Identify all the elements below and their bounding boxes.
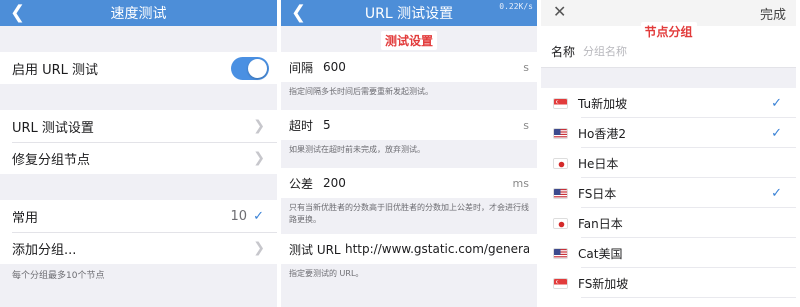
chevron-left-icon[interactable]: ❮ (291, 3, 306, 23)
section-badge: 测试设置 (380, 31, 438, 50)
node-row[interactable]: Ho香港2 ✓ (541, 118, 796, 148)
node-label: FS新加坡 (578, 276, 629, 291)
node-row[interactable]: Tu新加坡 ✓ (541, 88, 796, 118)
close-icon[interactable]: ✕ (553, 2, 566, 21)
node-row[interactable]: FS新加坡 (541, 268, 796, 298)
done-button[interactable]: 完成 (760, 4, 786, 23)
node-label: He日本 (578, 156, 619, 171)
jp-flag-icon (553, 217, 568, 229)
chevron-right-icon: ❯ (253, 118, 265, 134)
url-test-settings-row[interactable]: URL 测试设置 ❯ (0, 110, 277, 142)
page-title: 速度测试 (110, 6, 167, 22)
us-flag-icon (553, 187, 568, 199)
nav-bar: ❮ URL 测试设置 0.22K/s (281, 0, 537, 26)
add-group-row[interactable]: 添加分组... ❯ (0, 232, 277, 264)
checkmark-icon: ✓ (771, 95, 782, 111)
chevron-right-icon: ❯ (253, 150, 265, 166)
node-label: Tu新加坡 (578, 96, 628, 111)
test-url-label: 测试 URL (289, 242, 341, 257)
interval-value[interactable]: 600 (323, 60, 523, 74)
test-url-value[interactable]: http://www.gstatic.com/genera... (345, 242, 529, 256)
node-row[interactable]: FS日本 ✓ (541, 178, 796, 208)
sg-flag-icon (553, 277, 568, 289)
timeout-value[interactable]: 5 (323, 118, 523, 132)
interval-unit: s (523, 60, 529, 74)
tolerance-label: 公差 (289, 176, 314, 191)
checkmark-icon: ✓ (771, 125, 782, 141)
us-flag-icon (553, 127, 568, 139)
node-label: Fan日本 (578, 216, 623, 231)
group-common-row[interactable]: 常用 10 ✓ (0, 200, 277, 232)
sg-flag-icon (553, 97, 568, 109)
checkmark-icon: ✓ (253, 208, 264, 224)
chevron-right-icon: ❯ (253, 240, 265, 256)
interval-label: 间隔 (289, 60, 314, 75)
repair-group-nodes-label: 修复分组节点 (12, 152, 91, 168)
group-common-label: 常用 (12, 210, 39, 226)
node-label: FS日本 (578, 186, 617, 201)
url-test-settings-label: URL 测试设置 (12, 120, 94, 136)
timeout-unit: s (523, 118, 529, 132)
section-badge: 节点分组 (640, 22, 697, 41)
screenshot-root: ❮ 速度测试 启用 URL 测试 URL 测试设置 ❯ 修复分组节点 ❯ 常用 … (0, 0, 800, 307)
group-common-count: 10 (230, 208, 247, 224)
badge-area: 节点分组 (541, 22, 796, 41)
page-title: URL 测试设置 (364, 6, 454, 22)
node-row[interactable]: Cat美国 (541, 238, 796, 268)
node-group-screen: ✕ 完成 节点分组 名称 Tu新加坡 ✓ Ho香港2 ✓ He日本 FS日本 ✓ Fan日本 C… (541, 0, 796, 307)
chevron-left-icon[interactable]: ❮ (10, 3, 25, 23)
add-group-label: 添加分组... (12, 242, 77, 258)
tolerance-description: 只有当新优胜者的分数高于旧优胜者的分数加上公差时，才会进行线路更换。 (289, 203, 529, 224)
checkmark-icon: ✓ (771, 185, 782, 201)
jp-flag-icon (553, 157, 568, 169)
tolerance-field[interactable]: 公差 200 ms (281, 168, 537, 198)
test-url-field[interactable]: 测试 URL http://www.gstatic.com/genera... (281, 234, 537, 264)
timeout-label: 超时 (289, 118, 314, 133)
badge-area: 测试设置 (281, 26, 537, 52)
interval-field[interactable]: 间隔 600 s (281, 52, 537, 82)
node-label: Cat美国 (578, 246, 623, 261)
nav-bar: ❮ 速度测试 (0, 0, 277, 26)
speed-test-screen: ❮ 速度测试 启用 URL 测试 URL 测试设置 ❯ 修复分组节点 ❯ 常用 … (0, 0, 277, 307)
timeout-description: 如果测试在超时前未完成，放弃测试。 (289, 145, 425, 154)
node-row[interactable]: He日本 (541, 148, 796, 178)
tolerance-unit: ms (512, 176, 529, 190)
enable-url-test-row: 启用 URL 测试 (0, 52, 277, 84)
node-list: Tu新加坡 ✓ Ho香港2 ✓ He日本 FS日本 ✓ Fan日本 Cat美国 FS新加坡 (541, 88, 796, 298)
section-gap (541, 68, 796, 88)
enable-url-test-toggle[interactable] (231, 57, 269, 80)
node-label: Ho香港2 (578, 126, 627, 141)
groups-footnote: 每个分组最多10个节点 (12, 271, 105, 281)
interval-description: 指定间隔多长时间后需要重新发起测试。 (289, 87, 433, 96)
us-flag-icon (553, 247, 568, 259)
timeout-field[interactable]: 超时 5 s (281, 110, 537, 140)
repair-group-nodes-row[interactable]: 修复分组节点 ❯ (0, 142, 277, 174)
network-speed-indicator: 0.22K/s (499, 2, 533, 11)
enable-url-test-label: 启用 URL 测试 (12, 62, 99, 78)
node-row[interactable]: Fan日本 (541, 208, 796, 238)
test-url-description: 指定要测试的 URL。 (289, 269, 364, 278)
group-name-label: 名称 (551, 45, 576, 59)
group-name-input[interactable] (583, 45, 733, 58)
tolerance-value[interactable]: 200 (323, 176, 513, 190)
url-test-settings-screen: ❮ URL 测试设置 0.22K/s 测试设置 间隔 600 s 指定间隔多长时… (281, 0, 537, 307)
